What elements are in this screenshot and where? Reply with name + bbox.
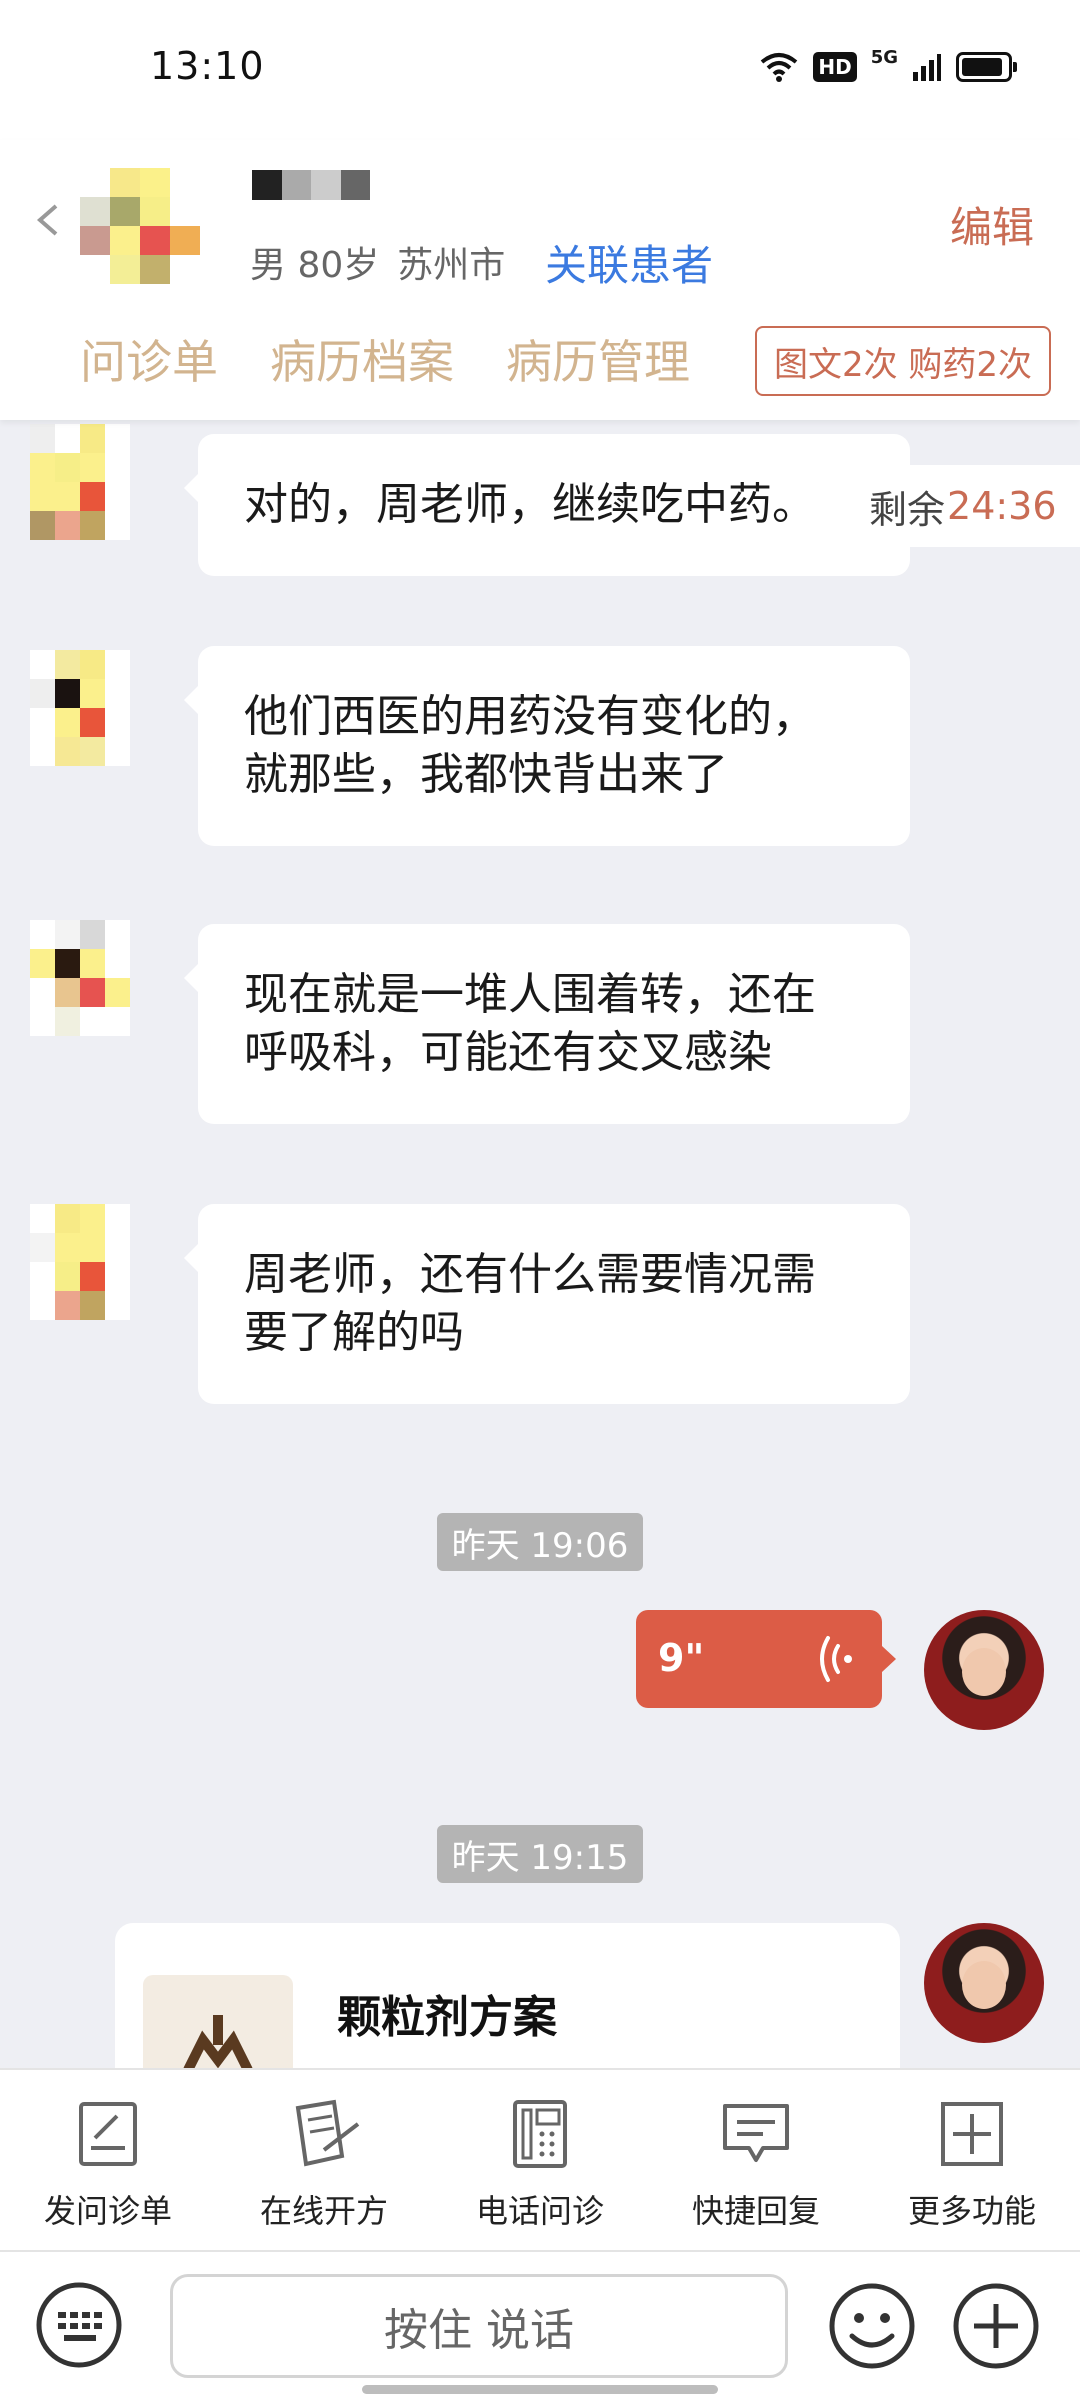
function-label: 发问诊单 bbox=[43, 2192, 172, 2230]
patient-gender-age: 男 80岁 bbox=[250, 245, 380, 286]
hd-badge: HD bbox=[813, 52, 857, 82]
voice-duration: 9" bbox=[658, 1636, 705, 1680]
status-bar: 13:10 HD 5G bbox=[0, 0, 1080, 140]
hold-to-talk-button[interactable]: 按住 说话 bbox=[170, 2274, 788, 2378]
wifi-icon bbox=[761, 53, 798, 82]
chat-area[interactable]: 对的，周老师，继续吃中药。 剩余 24:36 他们西医的用药没有变化的， 就那些，… bbox=[0, 420, 1080, 2068]
patient-message-avatar[interactable] bbox=[30, 1204, 130, 1320]
herbal-granule-icon bbox=[143, 1975, 293, 2068]
phone-consultation-button[interactable]: 电话问诊 bbox=[432, 2098, 648, 2232]
doctor-avatar[interactable] bbox=[924, 1923, 1044, 2043]
home-indicator[interactable] bbox=[362, 2385, 718, 2394]
remaining-time: 24:36 bbox=[947, 484, 1057, 528]
emoji-icon[interactable] bbox=[828, 2282, 916, 2370]
tab-consultation-form[interactable]: 问诊单 bbox=[80, 326, 218, 392]
message-line: 周老师，还有什么需要情况需 bbox=[244, 1249, 816, 1300]
incoming-message[interactable]: 对的，周老师，继续吃中药。 bbox=[184, 434, 910, 576]
network-type: 5G bbox=[870, 46, 898, 68]
edit-button[interactable]: 编辑 bbox=[950, 194, 1034, 255]
message-line: 就那些，我都快背出来了 bbox=[244, 749, 728, 800]
patient-message-avatar[interactable] bbox=[30, 650, 130, 766]
signal-icon bbox=[913, 54, 941, 81]
patient-header: 男 80岁 苏州市 关联患者 编辑 问诊单 病历档案 病历管理 图文2次 购药2次 bbox=[0, 140, 1080, 420]
tab-medical-records[interactable]: 病历档案 bbox=[270, 326, 454, 392]
add-icon[interactable] bbox=[952, 2282, 1040, 2370]
status-icons: HD 5G bbox=[759, 47, 1017, 82]
prescription-card[interactable]: 颗粒剂方案 bbox=[115, 1923, 900, 2068]
quick-reply-button[interactable]: 快捷回复 bbox=[648, 2098, 864, 2232]
incoming-message[interactable]: 周老师，还有什么需要情况需 要了解的吗 bbox=[184, 1204, 910, 1404]
patient-name-mosaic bbox=[252, 170, 370, 200]
status-time: 13:10 bbox=[150, 44, 265, 88]
input-bar: 按住 说话 bbox=[0, 2250, 1080, 2400]
function-label: 更多功能 bbox=[907, 2192, 1036, 2230]
remaining-time-badge: 剩余 24:36 bbox=[855, 465, 1080, 547]
link-patient-button[interactable]: 关联患者 bbox=[545, 232, 713, 293]
function-label: 快捷回复 bbox=[691, 2192, 820, 2230]
function-label: 在线开方 bbox=[259, 2192, 388, 2230]
phone-icon bbox=[513, 2100, 567, 2168]
more-functions-button[interactable]: 更多功能 bbox=[864, 2098, 1080, 2232]
incoming-message[interactable]: 现在就是一堆人围着转，还在 呼吸科，可能还有交叉感染 bbox=[184, 924, 910, 1124]
patient-message-avatar[interactable] bbox=[30, 920, 130, 1036]
patient-message-avatar[interactable] bbox=[30, 424, 130, 540]
patient-city: 苏州市 bbox=[397, 245, 506, 286]
message-line: 他们西医的用药没有变化的， bbox=[244, 691, 816, 742]
battery-icon bbox=[956, 52, 1017, 82]
message-timestamp: 昨天 19:06 bbox=[437, 1513, 643, 1571]
message-timestamp: 昨天 19:15 bbox=[437, 1825, 643, 1883]
voice-wave-icon bbox=[820, 1636, 852, 1682]
tab-record-management[interactable]: 病历管理 bbox=[506, 326, 690, 392]
incoming-message[interactable]: 他们西医的用药没有变化的， 就那些，我都快背出来了 bbox=[184, 646, 910, 846]
remaining-label: 剩余 bbox=[869, 487, 946, 532]
doctor-avatar[interactable] bbox=[924, 1610, 1044, 1730]
function-bar: 发问诊单 在线开方 电话问诊 快捷回复 更多功能 bbox=[0, 2068, 1080, 2252]
keyboard-icon[interactable] bbox=[36, 2282, 122, 2368]
form-icon bbox=[79, 2102, 137, 2166]
plus-square-icon bbox=[941, 2102, 1003, 2166]
prescription-title: 颗粒剂方案 bbox=[337, 1992, 557, 2043]
prescription-icon bbox=[295, 2099, 360, 2167]
online-prescription-button[interactable]: 在线开方 bbox=[216, 2098, 432, 2232]
patient-avatar[interactable] bbox=[80, 168, 200, 284]
back-icon[interactable] bbox=[30, 200, 70, 240]
function-label: 电话问诊 bbox=[475, 2192, 604, 2230]
patient-tabs: 问诊单 病历档案 病历管理 bbox=[80, 326, 690, 392]
message-line: 现在就是一堆人围着转，还在 bbox=[244, 969, 816, 1020]
send-consultation-form-button[interactable]: 发问诊单 bbox=[0, 2098, 216, 2232]
patient-info: 男 80岁 苏州市 bbox=[250, 236, 505, 288]
message-line: 对的，周老师，继续吃中药。 bbox=[244, 479, 816, 530]
quick-reply-icon bbox=[723, 2104, 789, 2162]
message-line: 呼吸科，可能还有交叉感染 bbox=[244, 1027, 772, 1078]
message-line: 要了解的吗 bbox=[244, 1307, 464, 1358]
voice-message[interactable]: 9" bbox=[636, 1610, 896, 1708]
service-quota-badge[interactable]: 图文2次 购药2次 bbox=[755, 326, 1051, 396]
